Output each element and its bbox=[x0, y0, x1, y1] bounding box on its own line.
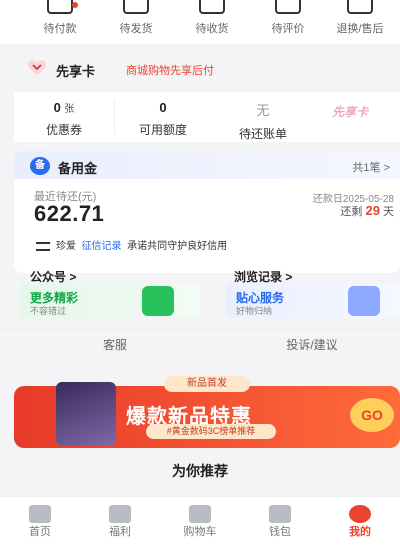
divider bbox=[0, 328, 400, 329]
order-pending-review[interactable]: 待评价 bbox=[258, 0, 318, 44]
promo-go-button[interactable]: GO bbox=[350, 398, 394, 432]
tab-label: 福利 bbox=[109, 526, 131, 538]
customer-service-button[interactable]: 客服 bbox=[70, 336, 160, 358]
backup-fund-count-link[interactable]: 共1笔 > bbox=[352, 159, 390, 175]
browse-history-card[interactable]: 贴心服务 好物归纳 bbox=[226, 284, 400, 318]
pre-enjoy-card-subtitle: 商城购物先享后付 bbox=[126, 65, 214, 77]
complaint-feedback-button[interactable]: 投诉/建议 bbox=[262, 336, 362, 358]
order-label: 退换/售后 bbox=[336, 23, 384, 35]
official-account-card[interactable]: 更多精彩 不容错过 bbox=[20, 284, 200, 318]
cart-icon bbox=[189, 505, 211, 523]
stat-value: 无 bbox=[256, 103, 270, 118]
stat-value: 0 bbox=[159, 100, 167, 115]
tab-home[interactable]: 首页 bbox=[0, 497, 80, 547]
recommend-heading: 为你推荐 bbox=[172, 463, 228, 479]
user-icon bbox=[349, 505, 371, 523]
note-text: 承诺共同守护良好信用 bbox=[127, 241, 228, 252]
tab-label: 我的 bbox=[349, 526, 371, 538]
days-prefix: 还剩 bbox=[340, 206, 363, 218]
order-label: 待付款 bbox=[43, 23, 77, 35]
order-pending-shipment[interactable]: 待发货 bbox=[106, 0, 166, 44]
heart-card-icon bbox=[28, 60, 46, 75]
official-account-link[interactable]: 公众号 > bbox=[30, 268, 76, 285]
order-label: 待评价 bbox=[271, 23, 305, 35]
notification-dot bbox=[72, 2, 78, 8]
pre-enjoy-card-banner[interactable]: 先享卡 商城购物先享后付 bbox=[14, 56, 386, 82]
note-brand: 珍爱 bbox=[56, 241, 76, 252]
tab-wallet[interactable]: 钱包 bbox=[240, 497, 320, 547]
due-amount: 622.71 bbox=[34, 201, 105, 226]
pre-enjoy-card-title: 先享卡 bbox=[56, 64, 96, 79]
backup-fund-title: 备用金 bbox=[58, 161, 98, 176]
stat-unit: 张 bbox=[64, 104, 75, 115]
card-subtitle: 好物归纳 bbox=[236, 306, 273, 316]
tab-label: 首页 bbox=[29, 526, 51, 538]
tab-cart[interactable]: 购物车 bbox=[160, 497, 240, 547]
stat-available-credit[interactable]: 0 可用额度 bbox=[118, 92, 208, 142]
pre-enjoy-card-logo: 先享卡 bbox=[332, 105, 369, 119]
order-label: 待发货 bbox=[119, 23, 153, 35]
brand-icon bbox=[36, 241, 50, 251]
days-suffix: 天 bbox=[383, 206, 394, 218]
wechat-icon bbox=[142, 286, 174, 316]
tab-label: 购物车 bbox=[183, 526, 217, 538]
fund-logo-icon: 备 bbox=[30, 157, 50, 175]
home-icon bbox=[29, 505, 51, 523]
promo-subtitle: #黄金数码3C榜单推荐 bbox=[146, 424, 276, 439]
order-label: 待收货 bbox=[195, 23, 229, 35]
bottom-tab-bar: 首页 福利 购物车 钱包 我的 bbox=[0, 496, 400, 547]
wallet-icon bbox=[269, 505, 291, 523]
return-icon bbox=[347, 0, 373, 14]
stat-coupons[interactable]: 0 张 优惠券 bbox=[19, 92, 109, 142]
tab-label: 钱包 bbox=[269, 526, 291, 538]
days-remaining: 还剩 29 天 bbox=[340, 203, 394, 219]
stat-label: 优惠券 bbox=[45, 123, 82, 137]
stat-value: 0 bbox=[53, 100, 61, 115]
days-count: 29 bbox=[365, 203, 380, 218]
card-subtitle: 不容错过 bbox=[30, 306, 67, 316]
box-icon bbox=[123, 0, 149, 14]
stat-label: 待还账单 bbox=[238, 127, 287, 141]
browse-history-link[interactable]: 浏览记录 > bbox=[234, 268, 292, 285]
backup-fund-header: 备 备用金 共1笔 > bbox=[14, 151, 400, 179]
star-icon bbox=[109, 505, 131, 523]
credit-record-link[interactable]: 征信记录 bbox=[82, 241, 122, 252]
order-returns[interactable]: 退换/售后 bbox=[330, 0, 390, 44]
tab-benefits[interactable]: 福利 bbox=[80, 497, 160, 547]
credit-note: 珍爱 征信记录 承诺共同守护良好信用 bbox=[36, 237, 227, 252]
promo-banner[interactable]: 新品首发 爆款新品特惠 #黄金数码3C榜单推荐 GO bbox=[14, 376, 400, 452]
backup-fund-card[interactable]: 备 备用金 共1笔 > 最近待还(元) 622.71 还款日2025-05-28… bbox=[14, 151, 400, 273]
shopping-bag-icon bbox=[348, 286, 380, 316]
truck-icon bbox=[199, 0, 225, 14]
phone-product-image bbox=[56, 382, 116, 446]
order-pending-payment[interactable]: 待付款 bbox=[30, 0, 90, 44]
tab-mine[interactable]: 我的 bbox=[320, 497, 400, 547]
order-status-bar: 待付款 待发货 待收货 待评价 退换/售后 bbox=[0, 0, 400, 44]
order-pending-receipt[interactable]: 待收货 bbox=[182, 0, 242, 44]
stat-pending-bill[interactable]: 无 待还账单 bbox=[218, 92, 308, 142]
comment-icon bbox=[275, 0, 301, 14]
stats-row: 0 张 优惠券 0 可用额度 无 待还账单 先享卡 bbox=[14, 92, 400, 142]
stat-label: 可用额度 bbox=[138, 123, 187, 137]
promo-tag: 新品首发 bbox=[164, 376, 250, 392]
divider bbox=[114, 100, 115, 134]
wallet-icon bbox=[47, 0, 73, 14]
